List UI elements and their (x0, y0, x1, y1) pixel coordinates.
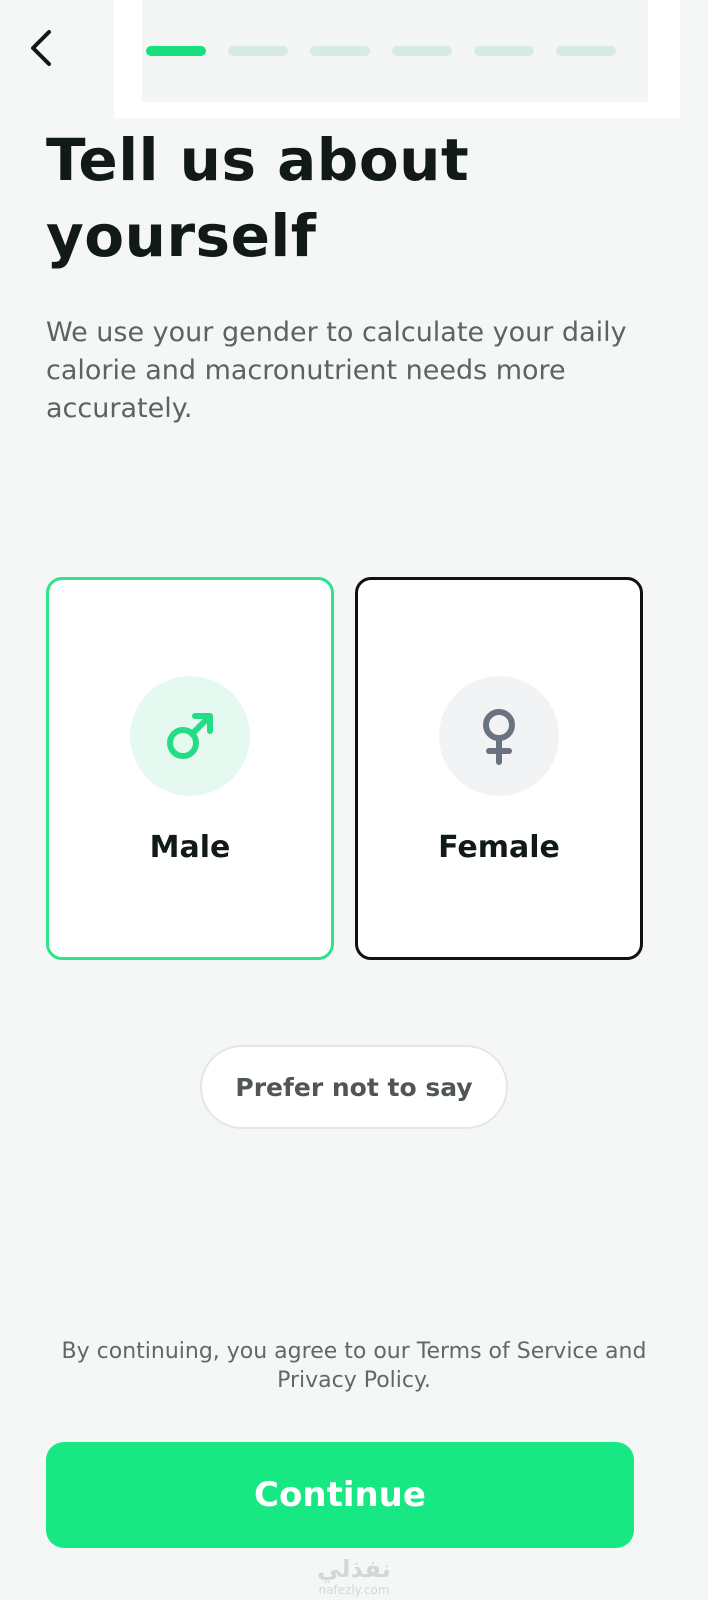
prefer-not-to-say-button[interactable]: Prefer not to say (200, 1045, 508, 1129)
male-symbol-icon (167, 713, 213, 759)
progress-step-6 (556, 46, 616, 56)
female-symbol-icon (483, 709, 515, 765)
chevron-left-icon (31, 30, 51, 66)
female-label: Female (438, 830, 560, 865)
gender-option-male[interactable]: Male (46, 577, 334, 960)
male-icon-badge (130, 676, 250, 796)
back-button[interactable] (22, 24, 62, 72)
progress-step-5 (474, 46, 534, 56)
progress-step-2 (228, 46, 288, 56)
page-title: Tell us about yourself (46, 126, 470, 270)
gender-option-female[interactable]: Female (355, 577, 643, 960)
watermark: نفذلي nafezly.com (0, 1555, 708, 1597)
legal-notice: By continuing, you agree to our Terms of… (61, 1339, 647, 1393)
continue-button[interactable]: Continue (46, 1442, 634, 1548)
progress-step-3 (310, 46, 370, 56)
female-icon-badge (439, 676, 559, 796)
watermark-arabic: نفذلي (317, 1555, 391, 1583)
progress-step-1 (146, 46, 206, 56)
male-label: Male (149, 830, 231, 865)
page-subtitle: We use your gender to calculate your dai… (46, 317, 627, 424)
watermark-latin: nafezly.com (318, 1583, 390, 1597)
progress-step-4 (392, 46, 452, 56)
progress-bar (114, 0, 680, 118)
